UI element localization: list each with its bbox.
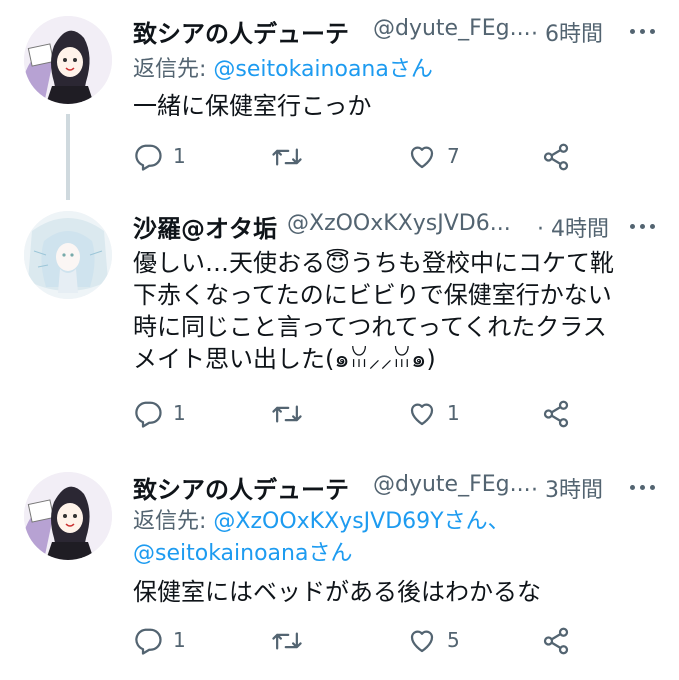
retweet-icon [272,632,302,650]
tweet[interactable]: 沙羅@オタ垢 @XzOOxKXysJVD6... · 4時間 優しい…天使おる😇… [0,205,679,460]
like-count: 7 [447,144,460,168]
tweet[interactable]: 致シアの人デューテ @dyute_FEg... · 3時間 返信先: @XzOO… [0,466,679,680]
mention-link[interactable]: @XzOOxKXysJVD69Y [213,509,443,534]
reply-icon [135,628,162,655]
avatar[interactable] [24,211,112,299]
tweet-text: 一緒に保健室行こっか [133,92,372,120]
more-icon[interactable] [629,213,657,239]
avatar[interactable] [24,16,112,104]
share-icon [543,143,569,171]
mention-link[interactable]: @seitokainoana [133,541,308,566]
retweet-icon [272,148,302,166]
more-icon[interactable] [629,18,657,44]
tweet-text-line: 優しい…天使おる😇うちも登校中にコケて靴 [133,249,615,277]
tweet-actions: 1 5 [133,626,653,656]
tweet[interactable]: 致シアの人デューテ @dyute_FEg... · 6時間 返信先: @seit… [0,10,679,200]
avatar[interactable] [24,472,112,560]
reply-context: 返信先: @XzOOxKXysJVD69Yさん、 @seitokainoanaさ… [133,509,510,566]
tweet-actions: 1 1 [133,399,653,429]
share-icon [543,627,569,655]
more-icon[interactable] [629,474,657,500]
reply-icon [135,401,162,428]
reply-count: 1 [173,144,186,168]
share-icon [543,400,569,428]
tweet-text-line: 時に同じこと言ってつれてってくれたクラス [133,313,607,341]
tweet-text: 優しい…天使おる😇うちも登校中にコケて靴 下赤くなってたのにビビりで保健室行かな… [133,247,653,375]
like-icon [410,403,434,426]
retweet-icon [272,405,302,423]
user-handle[interactable]: @dyute_FEg... [373,472,531,497]
tweet-actions: 1 7 [133,142,653,172]
reply-context: 返信先: @seitokainoanaさん [133,57,433,82]
like-count: 1 [447,401,460,425]
user-handle[interactable]: @dyute_FEg... [373,16,531,41]
reply-count: 1 [173,401,186,425]
display-name[interactable]: 沙羅@オタ垢 [133,209,277,244]
tweet-text-line: 下赤くなってたのにビビりで保健室行かない [133,281,612,309]
tweet-header: 致シアの人デューテ @dyute_FEg... · 6時間 [133,10,663,50]
tweet-text: 保健室にはベッドがある後はわかるな [133,578,541,606]
display-name[interactable]: 致シアの人デューテ [133,470,349,505]
tweet-text-line: メイト思い出した(๑ꈍ⸝⸝ꈍ๑) [133,345,436,373]
tweet-header: 致シアの人デューテ @dyute_FEg... · 3時間 [133,466,663,506]
mention-link[interactable]: @seitokainoana [213,57,388,82]
timestamp[interactable]: · 3時間 [531,472,603,504]
like-icon [410,146,434,169]
tweet-header: 沙羅@オタ垢 @XzOOxKXysJVD6... · 4時間 [133,205,663,245]
timestamp[interactable]: · 4時間 [537,211,609,243]
tweet-thread: 致シアの人デューテ @dyute_FEg... · 6時間 返信先: @seit… [0,0,679,680]
display-name[interactable]: 致シアの人デューテ [133,14,349,49]
timestamp[interactable]: · 6時間 [531,16,603,48]
like-icon [410,630,434,653]
reply-icon [135,144,162,171]
reply-count: 1 [173,628,186,652]
like-count: 5 [447,628,460,652]
user-handle[interactable]: @XzOOxKXysJVD6... [287,211,511,236]
